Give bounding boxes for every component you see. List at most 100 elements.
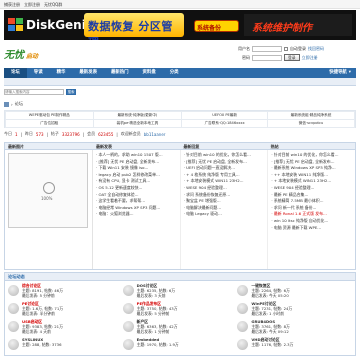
list-item[interactable]: · + 本地安装模式 WIN11 23H2… — [271, 178, 352, 185]
forum-item[interactable]: Embedded 主题: 1970, 帖数: 1.9万 — [122, 337, 238, 355]
newest-member-link[interactable]: bb11aaner — [144, 132, 166, 137]
text-ad-cell[interactable]: 装机pe·精选全新本地工具 — [92, 119, 183, 128]
list-item[interactable]: · ++ 本地安装 WIN11 纯净版… — [271, 172, 352, 179]
forum-item[interactable]: PE讨论区 主题: 1.6万, 帖数: 71万 最后发表: 半分钟前 — [8, 301, 123, 319]
list-item[interactable]: · 最新 Ronal 1.6 正式版 发布… — [271, 211, 352, 218]
nav-resources[interactable]: 资料盘 — [136, 68, 163, 78]
list-item[interactable]: · OAT 全自动修复体验… — [96, 192, 177, 199]
list-item[interactable]: · + 4 枚系统 纯净版 专用工具… — [184, 172, 265, 179]
text-ad-cell[interactable]: UEFOX PE最新 — [181, 111, 268, 120]
forum-item[interactable]: 综合讨论区 主题: 8191, 帖数: 46万 最后发表: 5 分钟前 — [8, 283, 123, 301]
forum-section-title[interactable]: 论坛动态 — [5, 273, 355, 281]
list-item[interactable]: · 电脑解决最新问题… — [184, 205, 265, 212]
forum-icon — [8, 339, 19, 350]
breadcrumb-separator: › — [11, 101, 13, 107]
list-item[interactable]: · legacy 启动 pub2 怎样修改菜单… — [96, 172, 177, 179]
forum-icon — [8, 285, 19, 296]
site-logo[interactable]: 无忧 启动 — [4, 46, 38, 61]
text-ad-cell[interactable]: 微信·scvpotcu — [266, 119, 356, 128]
breadcrumb-item[interactable]: 论坛 — [15, 101, 23, 107]
list-item[interactable]: · 最新 PE 精品合集… — [271, 192, 352, 199]
remember-checkbox[interactable] — [284, 46, 288, 51]
forgot-link[interactable]: 找回密码 — [308, 46, 324, 52]
list-item[interactable]: · 这学生看着不要，求帮帮… — [96, 198, 177, 205]
list-item[interactable]: · [推荐] 无忧 PE 启动盘, 全新发布… — [96, 159, 177, 166]
topbar-link-1[interactable]: 立即注册 — [24, 2, 40, 7]
nav-latest[interactable]: 最新发表 — [72, 68, 104, 78]
list-item[interactable]: · 本人一柄的，求助 win10 1507 版… — [96, 152, 177, 159]
search-input[interactable] — [4, 89, 64, 95]
list-item[interactable]: · WESE 904 经验整理… — [271, 185, 352, 192]
forum-item[interactable]: DOS讨论区 主题: 6235, 帖数: 6万 最后发表: 3 天前 — [122, 283, 238, 301]
login-button[interactable]: 登录 — [284, 54, 300, 61]
breadcrumb: › 论坛 — [4, 100, 356, 108]
search-button[interactable]: 搜索 — [66, 89, 76, 95]
list-item[interactable]: · UEFI 启动问题一直没解决… — [184, 165, 265, 172]
top-bar: 捕获注册 立即注册 无忧QQ群 — [0, 0, 360, 9]
list-item[interactable]: · 电脑 Legacy 驱动… — [184, 211, 265, 218]
forum-item[interactable]: PE作品发布区 主题: 3750, 帖数: 43万 最后发表: 5 分钟前 — [122, 301, 238, 319]
text-ad-cell[interactable]: 最新系统·纯净版(更新中) — [92, 111, 183, 120]
list-reply: · 针对目前 win10 的优化，你怎么看… · [推荐] 无忧 PE 启动盘, … — [181, 150, 269, 269]
topbar-link-0[interactable]: 捕获注册 — [4, 2, 20, 7]
forum-item[interactable]: 新产区 主题: 6363, 帖数: 42万 最后发表: 1 分钟前 — [122, 319, 238, 337]
nav-forum[interactable]: 论坛 — [4, 68, 27, 78]
list-item[interactable]: · 系统精简 7.5MB 最小体积… — [271, 198, 352, 205]
list-item[interactable]: · + 本地安装模式 WIN11 23H2… — [184, 178, 265, 185]
list-item[interactable]: · 电脑经常 Windows XP SP3 问题… — [96, 205, 177, 212]
list-item[interactable]: · 电脑：火狐浏览器… — [96, 211, 177, 218]
forum-item[interactable]: USB启动区 主题: 9383, 帖数: 21万 最后发表: 4 天前 — [8, 319, 123, 337]
quick-nav[interactable]: 快捷导航 ▾ — [324, 68, 356, 78]
list-item[interactable]: · 针对目前 win10 的优化，你怎么看… — [184, 152, 265, 159]
password-field[interactable] — [252, 54, 282, 61]
forum-meta: 主题: 288, 帖数: 3736 — [22, 342, 62, 347]
chevron-down-icon: ▾ — [348, 70, 351, 75]
list-item[interactable]: · [推荐] 无忧 PE 启动盘, 全新发布… — [184, 159, 265, 166]
list-item[interactable]: · OS 5.12 更新速度较快… — [96, 185, 177, 192]
forum-item[interactable]: GRUB4DOS 主题: 3761, 帖数: 8万 最后发表: 今天 09:12 — [237, 319, 352, 337]
topbar-link-2[interactable]: 无忧QQ群 — [44, 2, 62, 7]
forum-icon — [122, 321, 134, 332]
text-ad-cell[interactable]: 最新系统组·精品纯净系统 — [266, 111, 356, 120]
list-item[interactable]: · 下载 Win11 安装 镜像 iso… — [96, 165, 177, 172]
forum-icon — [237, 339, 249, 350]
text-ad-cell[interactable]: 广告位招租 — [5, 119, 94, 128]
list-item[interactable]: · [推荐] 无忧 PE 启动盘, 全新发布… — [271, 159, 352, 166]
stat-posts: 3323796 — [61, 131, 80, 137]
image-slider[interactable]: 100% — [5, 150, 93, 269]
text-ad-cell[interactable]: 广告联系·QQ:1846xxxx — [181, 119, 268, 128]
forum-item[interactable]: 一键恢复区 主题: 2264, 帖数: 6万 最后发表: 今天 05:20 — [237, 283, 352, 301]
username-field[interactable] — [252, 45, 282, 52]
block-tab-reply[interactable]: 最新回复 — [180, 143, 267, 149]
nav-digest[interactable]: 精华 — [50, 68, 73, 78]
ad-right[interactable]: 系统维护制作 — [244, 14, 352, 36]
list-item[interactable]: · 求问 新一代 系统 备份… — [271, 205, 352, 212]
list-item[interactable]: · WESE 904 经验整理… — [184, 185, 265, 192]
home-icon[interactable] — [4, 101, 9, 107]
forum-item[interactable]: WinPE讨论区 主题: 7231, 帖数: 24万 最后发表: 1 小时前 — [237, 301, 352, 319]
register-link[interactable]: 立即注册 — [302, 55, 318, 61]
list-item[interactable]: · 针对目前 win10 的优化，你怎么看… — [271, 152, 352, 159]
forum-item[interactable]: VHD启动讨论区 主题: 1176, 帖数: 2.3万 — [237, 337, 352, 355]
list-item[interactable]: · 最新系统 Windows XP SP3 纯净… — [271, 165, 352, 172]
ad-main[interactable]: 数据恢复 分区管理 — [84, 13, 184, 40]
nav-guide[interactable]: 导读 — [27, 68, 50, 78]
site-header: 无忧 启动 用户名 自动登录 找回密码 密码 登录 立即注册 — [4, 42, 356, 66]
list-item[interactable]: · 求问 系统备份恢复还原… — [184, 192, 265, 199]
block-tab-images[interactable]: 最新图片 — [5, 143, 93, 149]
list-item[interactable]: · win 10 ltsc 纯净版 自动优化… — [271, 218, 352, 225]
list-item[interactable]: · 电脑 资源 最新下载 WPE… — [271, 225, 352, 232]
stat-today: 1 — [15, 131, 18, 137]
forum-item[interactable]: SYSLINUX 主题: 288, 帖数: 3736 — [8, 337, 123, 355]
nav-hot[interactable]: 最新热门 — [104, 68, 136, 78]
text-ad-cell[interactable]: WEPE驱动包 PE制作精品 — [5, 111, 94, 120]
ad-banner[interactable]: DiskGenius® 数据恢复 分区管理 系统备份 系统维护制作 — [4, 10, 356, 40]
list-item[interactable]: · 有没有 CPU, 显卡 测试工具… — [96, 178, 177, 185]
block-tab-hot[interactable]: 热帖 — [268, 143, 355, 149]
block-tab-new[interactable]: 最新发表 — [93, 143, 180, 149]
forum-last-post: 最后发表: 4 天前 — [22, 329, 51, 334]
list-item[interactable]: · 聚宝盆 PE 增强版… — [184, 198, 265, 205]
ad-small[interactable]: 系统备份 — [194, 20, 239, 32]
nav-category[interactable]: 分类 — [163, 68, 186, 78]
loading-spinner-icon — [43, 182, 55, 194]
